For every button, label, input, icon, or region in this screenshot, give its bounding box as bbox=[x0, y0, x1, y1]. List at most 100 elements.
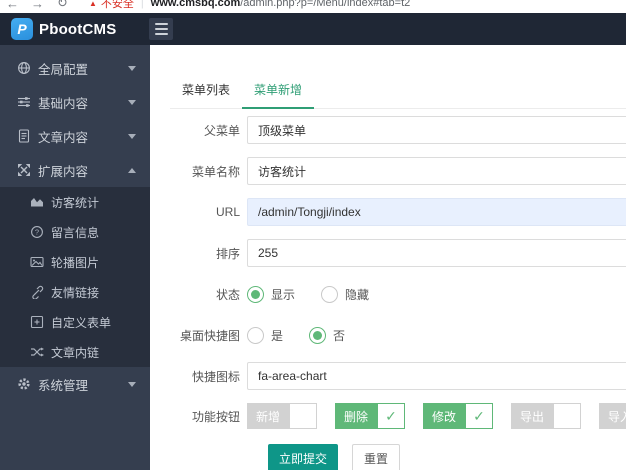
function-buttons-label: 功能按钮 bbox=[191, 409, 240, 424]
menu-name-input[interactable] bbox=[247, 157, 626, 185]
chevron-down-icon bbox=[128, 381, 136, 387]
browser-refresh-icon[interactable]: ↻ bbox=[50, 0, 75, 11]
sidebar-submenu-extended: 访客统计 ? 留言信息 轮播图片 友情链接 自定义表单 文章内链 bbox=[0, 187, 150, 367]
file-text-icon bbox=[17, 129, 31, 143]
status-option-label[interactable]: 显示 bbox=[271, 286, 295, 303]
form-row-function-buttons: 功能按钮 新增 删除 ✓ 修改 ✓ 导出 导入 bbox=[170, 403, 626, 429]
shortcut-radio-group: 是 否 bbox=[247, 326, 371, 344]
sliders-icon bbox=[17, 95, 31, 109]
shortcut-icon-input[interactable] bbox=[247, 362, 626, 390]
toggle-add[interactable]: 新增 bbox=[247, 403, 317, 429]
sidebar-item-global-config[interactable]: 全局配置 bbox=[0, 51, 150, 85]
status-label: 状态 bbox=[215, 287, 240, 302]
sidebar-item-basic-content[interactable]: 基础内容 bbox=[0, 85, 150, 119]
chevron-down-icon bbox=[128, 65, 136, 71]
toggle-label: 新增 bbox=[247, 403, 289, 429]
tab-bar: 菜单列表 菜单新增 bbox=[170, 45, 626, 109]
main-content: 菜单列表 菜单新增 父菜单 菜单名称 URL 排序 bbox=[150, 45, 626, 470]
sidebar-item-extended-content[interactable]: 扩展内容 bbox=[0, 153, 150, 187]
sidebar-item-label: 文章内链 bbox=[51, 345, 100, 360]
globe-icon bbox=[17, 61, 31, 75]
security-warning-icon[interactable]: ▲ bbox=[89, 0, 97, 8]
sidebar-item-message-info[interactable]: ? 留言信息 bbox=[0, 217, 150, 247]
parent-menu-label: 父菜单 bbox=[203, 123, 240, 138]
chevron-down-icon bbox=[128, 99, 136, 105]
toggle-label: 导入 bbox=[599, 403, 626, 429]
browser-address-bar: ← → ↻ ▲ 不安全 | www.cmsbq.com /admin.php?p… bbox=[0, 0, 626, 13]
toggle-delete[interactable]: 删除 ✓ bbox=[335, 403, 405, 429]
form-row-actions: 立即提交 重置 bbox=[170, 444, 626, 470]
checkbox-unchecked bbox=[553, 403, 581, 429]
menu-add-form: 父菜单 菜单名称 URL 排序 状态 bbox=[170, 109, 626, 470]
chevron-down-icon bbox=[128, 133, 136, 139]
checkbox-unchecked bbox=[289, 403, 317, 429]
url-input[interactable] bbox=[247, 198, 626, 226]
brand-title: PbootCMS bbox=[39, 20, 117, 38]
sidebar-item-label: 全局配置 bbox=[38, 62, 89, 77]
submit-button[interactable]: 立即提交 bbox=[268, 444, 338, 470]
status-option-label[interactable]: 隐藏 bbox=[345, 286, 369, 303]
form-row-desktop-shortcut: 桌面快捷图 是 否 bbox=[170, 321, 626, 349]
app-body: 全局配置 基础内容 文章内容 扩展内容 访客统计 ? 留言信息 轮播图片 友情链… bbox=[0, 45, 626, 470]
parent-menu-select[interactable] bbox=[247, 116, 626, 144]
form-row-shortcut-icon: 快捷图标 bbox=[170, 362, 626, 390]
shortcut-option-label[interactable]: 是 bbox=[271, 327, 283, 344]
shortcut-option-label[interactable]: 否 bbox=[333, 327, 345, 344]
url-label: URL bbox=[215, 205, 240, 219]
sidebar-item-label: 留言信息 bbox=[51, 225, 100, 240]
toggle-label: 导出 bbox=[511, 403, 553, 429]
area-chart-icon bbox=[30, 195, 44, 209]
form-row-sort: 排序 bbox=[170, 239, 626, 267]
sort-label: 排序 bbox=[215, 246, 240, 261]
url-path[interactable]: /admin.php?p=/Menu/index#tab=t2 bbox=[240, 0, 410, 9]
sort-input[interactable] bbox=[247, 239, 626, 267]
pbootcms-logo-icon: P bbox=[11, 18, 33, 40]
form-row-url: URL bbox=[170, 198, 626, 226]
sidebar-item-friendly-links[interactable]: 友情链接 bbox=[0, 277, 150, 307]
form-row-status: 状态 显示 隐藏 bbox=[170, 280, 626, 308]
sidebar-item-article-inner-links[interactable]: 文章内链 bbox=[0, 337, 150, 367]
checkbox-checked: ✓ bbox=[465, 403, 493, 429]
status-radio-hide[interactable] bbox=[321, 285, 339, 303]
check-icon: ✓ bbox=[385, 407, 397, 424]
menu-name-label: 菜单名称 bbox=[191, 164, 240, 179]
sidebar-item-system-management[interactable]: 系统管理 bbox=[0, 367, 150, 401]
image-icon bbox=[30, 255, 44, 269]
status-radio-show[interactable] bbox=[247, 285, 264, 303]
reset-button[interactable]: 重置 bbox=[352, 444, 400, 470]
desktop-shortcut-label: 桌面快捷图 bbox=[179, 328, 240, 343]
browser-back-icon[interactable]: ← bbox=[0, 0, 25, 11]
url-domain[interactable]: www.cmsbq.com bbox=[151, 0, 240, 9]
status-radio-group: 显示 隐藏 bbox=[247, 285, 395, 303]
sidebar-item-article-content[interactable]: 文章内容 bbox=[0, 119, 150, 153]
tab-menu-add[interactable]: 菜单新增 bbox=[242, 81, 315, 109]
toggle-modify[interactable]: 修改 ✓ bbox=[423, 403, 493, 429]
security-label[interactable]: 不安全 bbox=[101, 0, 134, 11]
gear-icon bbox=[17, 377, 31, 391]
function-button-toggles: 新增 删除 ✓ 修改 ✓ 导出 导入 bbox=[247, 403, 626, 429]
tab-menu-list[interactable]: 菜单列表 bbox=[170, 81, 242, 108]
toggle-import[interactable]: 导入 bbox=[599, 403, 626, 429]
sidebar-item-label: 文章内容 bbox=[38, 130, 89, 145]
link-icon bbox=[30, 285, 44, 299]
svg-text:?: ? bbox=[35, 228, 39, 237]
sidebar-item-visitor-stats[interactable]: 访客统计 bbox=[0, 187, 150, 217]
browser-forward-icon[interactable]: → bbox=[25, 0, 50, 11]
sidebar-toggle-hamburger-icon[interactable] bbox=[149, 18, 173, 40]
checkbox-checked: ✓ bbox=[377, 403, 405, 429]
sidebar-item-label: 系统管理 bbox=[38, 378, 89, 393]
sidebar-item-carousel-images[interactable]: 轮播图片 bbox=[0, 247, 150, 277]
shortcut-radio-no[interactable] bbox=[309, 326, 327, 344]
page: ← → ↻ ▲ 不安全 | www.cmsbq.com /admin.php?p… bbox=[0, 0, 626, 470]
omnibox: ← → ↻ ▲ 不安全 | www.cmsbq.com /admin.php?p… bbox=[0, 0, 626, 13]
sidebar-item-label: 轮播图片 bbox=[51, 255, 100, 270]
app-header: P PbootCMS bbox=[0, 13, 626, 45]
shortcut-radio-yes[interactable] bbox=[247, 326, 264, 344]
sidebar-item-label: 访客统计 bbox=[51, 195, 100, 210]
sidebar-item-custom-form[interactable]: 自定义表单 bbox=[0, 307, 150, 337]
chevron-up-icon bbox=[128, 167, 136, 173]
shortcut-icon-label: 快捷图标 bbox=[191, 369, 240, 384]
sidebar-item-label: 友情链接 bbox=[51, 285, 100, 300]
form-row-parent-menu: 父菜单 bbox=[170, 116, 626, 144]
toggle-export[interactable]: 导出 bbox=[511, 403, 581, 429]
